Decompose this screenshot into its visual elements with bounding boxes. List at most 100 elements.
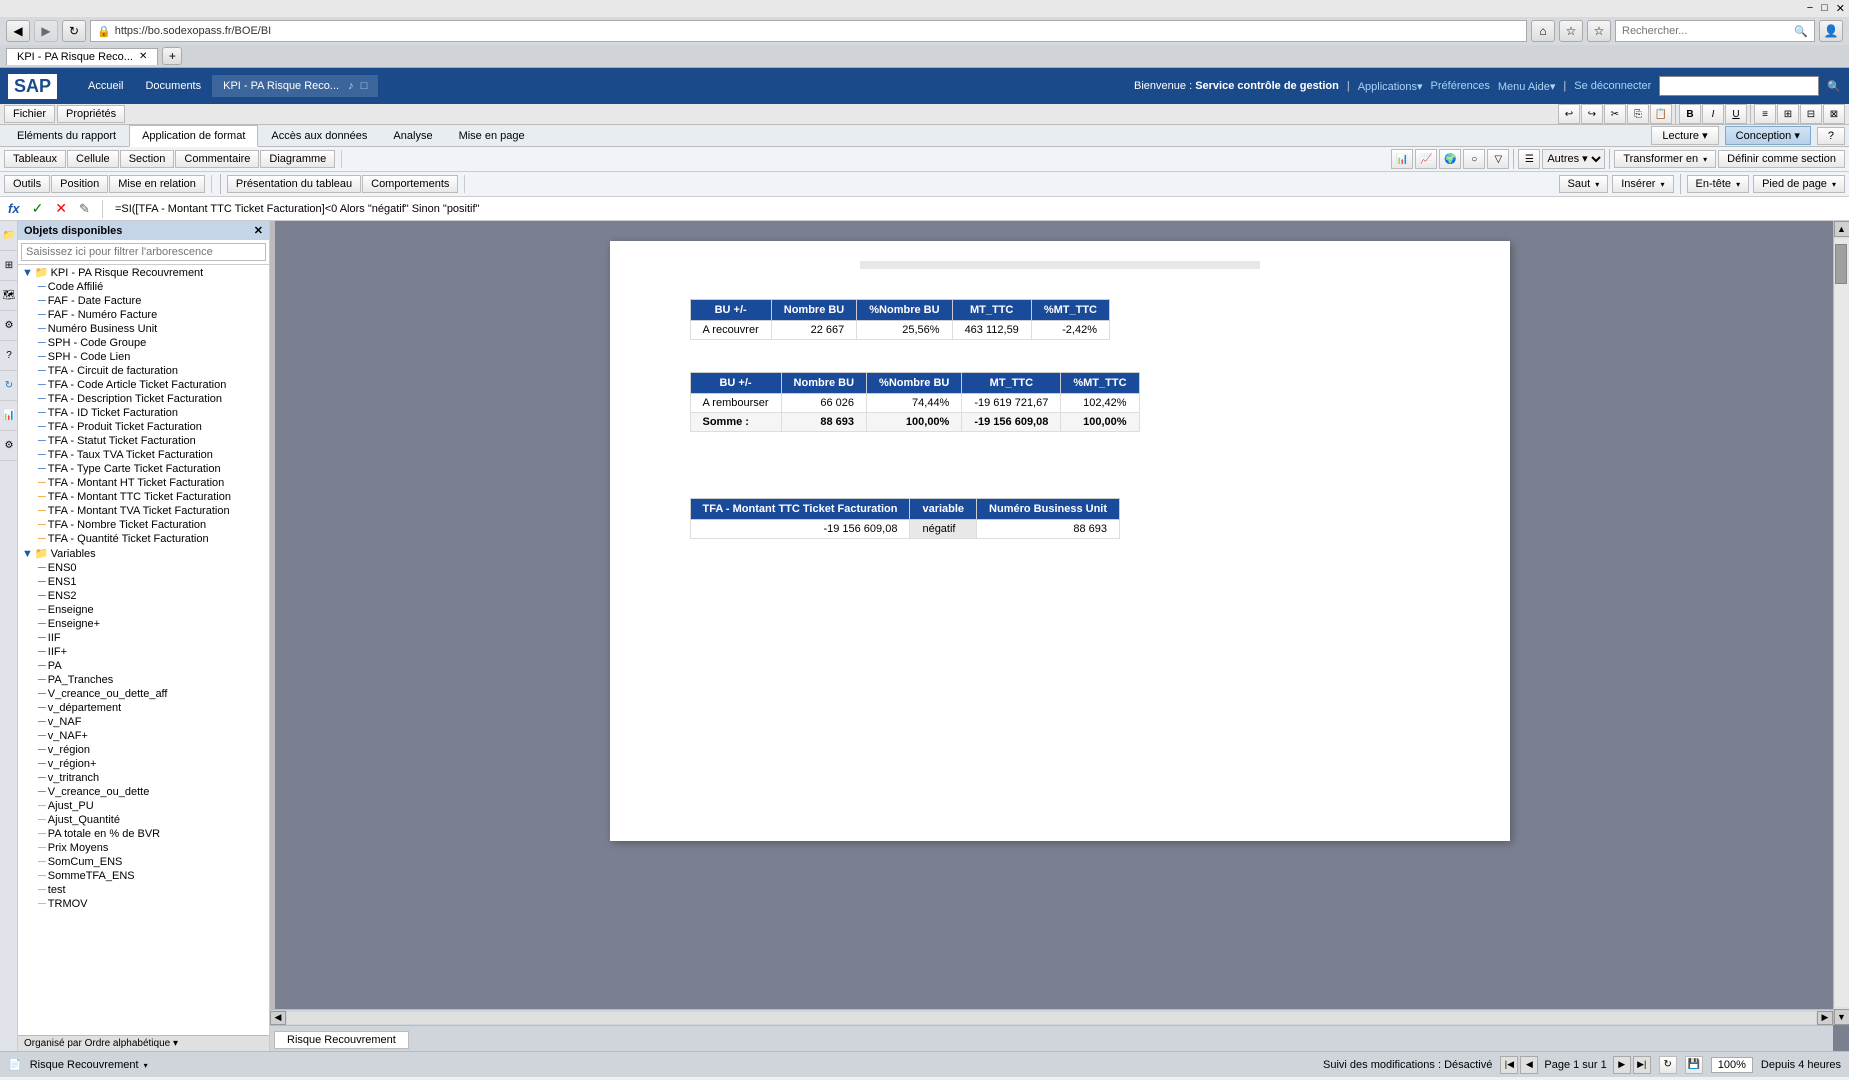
outils-btn[interactable]: Outils [4, 175, 50, 193]
tree-item-tfa-taux[interactable]: ─ TFA - Taux TVA Ticket Facturation [18, 448, 269, 462]
tree-var-sommetfa[interactable]: ─SommeTFA_ENS [18, 869, 269, 883]
scroll-thumb[interactable] [1835, 244, 1847, 284]
chart-icon1[interactable]: 📊 [1391, 149, 1413, 169]
inserer-btn[interactable]: Insérer ▾ [1612, 175, 1673, 193]
table-row-sum[interactable]: Somme : 88 693 100,00% -19 156 609,08 10… [690, 413, 1139, 432]
tree-var-dept[interactable]: ─v_département [18, 701, 269, 715]
tree-item-tfa-statut[interactable]: ─ TFA - Statut Ticket Facturation [18, 434, 269, 448]
menu-aide-link[interactable]: Menu Aide▾ [1498, 80, 1556, 93]
formula-cancel[interactable]: ✕ [51, 200, 71, 217]
others-select[interactable]: Autres ▾ [1542, 149, 1605, 169]
tab-mise-en-page[interactable]: Mise en page [446, 125, 538, 146]
table3[interactable]: TFA - Montant TTC Ticket Facturation var… [690, 498, 1121, 539]
tab-application-format[interactable]: Application de format [129, 125, 258, 147]
nav-kpi-tab[interactable]: KPI - PA Risque Reco... ♪ □ [212, 75, 378, 97]
formula-edit[interactable]: ✎ [75, 201, 94, 217]
chart-icon2[interactable]: 📈 [1415, 149, 1437, 169]
tree-var-ens2[interactable]: ─ENS2 [18, 589, 269, 603]
chart-icon5[interactable]: ▽ [1487, 149, 1509, 169]
format-btn4[interactable]: ⊠ [1823, 104, 1845, 124]
tree-var-somcum[interactable]: ─SomCum_ENS [18, 855, 269, 869]
tree-item-tfa-qte[interactable]: ─ TFA - Quantité Ticket Facturation [18, 532, 269, 546]
copy-btn[interactable]: ⎘ [1627, 104, 1649, 124]
tree-var-region[interactable]: ─v_région [18, 743, 269, 757]
tab-analyse[interactable]: Analyse [380, 125, 445, 146]
h-scroll-track[interactable] [287, 1012, 1816, 1024]
tree-item-faf-date[interactable]: ─ FAF - Date Facture [18, 294, 269, 308]
address-bar[interactable]: 🔒 https://bo.sodexopass.fr/BOE/BI [90, 20, 1527, 42]
chart-icon4[interactable]: ○ [1463, 149, 1485, 169]
tree-var-enseigne-plus[interactable]: ─Enseigne+ [18, 617, 269, 631]
refresh-status-btn[interactable]: ↻ [1659, 1056, 1677, 1074]
tree-root[interactable]: ▼ 📁 KPI - PA Risque Recouvrement [18, 265, 269, 280]
sap-search-input[interactable] [1659, 76, 1819, 96]
position-btn[interactable]: Position [51, 175, 108, 193]
definir-section-btn[interactable]: Définir comme section [1718, 150, 1845, 168]
tableaux-btn[interactable]: Tableaux [4, 150, 66, 168]
fx-icon[interactable]: fx [4, 201, 24, 216]
h-scrollbar[interactable]: ◀ ▶ [270, 1009, 1833, 1025]
formula-validate[interactable]: ✓ [28, 200, 48, 217]
tree-variables-folder[interactable]: ▼ 📁 Variables [18, 546, 269, 561]
fav-btn[interactable]: ☆ [1559, 20, 1583, 42]
scroll-right-btn[interactable]: ▶ [1817, 1011, 1833, 1025]
page-prev-btn[interactable]: ◀ [1520, 1056, 1538, 1074]
tree-item-tfa-nombre[interactable]: ─ TFA - Nombre Ticket Facturation [18, 518, 269, 532]
tree-item-tfa-ttc[interactable]: ─ TFA - Montant TTC Ticket Facturation [18, 490, 269, 504]
chart-icon3[interactable]: 🌍 [1439, 149, 1461, 169]
kpi-tab-music[interactable]: ♪ [348, 80, 354, 92]
proprietes-btn[interactable]: Propriétés [57, 105, 125, 123]
tab-acces-donnees[interactable]: Accès aux données [258, 125, 380, 146]
section-btn[interactable]: Section [120, 150, 175, 168]
panel-close-btn[interactable]: ✕ [254, 224, 263, 237]
sheet-tab-risque[interactable]: Risque Recouvrement [274, 1031, 409, 1049]
tree-item-sph-groupe[interactable]: ─ SPH - Code Groupe [18, 336, 269, 350]
comportements-btn[interactable]: Comportements [362, 175, 458, 193]
saut-btn[interactable]: Saut ▾ [1559, 175, 1609, 193]
preferences-link[interactable]: Préférences [1431, 80, 1490, 92]
pied-page-btn[interactable]: Pied de page ▾ [1753, 175, 1845, 193]
tree-item-num-bu[interactable]: ─ Numéro Business Unit [18, 322, 269, 336]
tree-var-pa-tranches[interactable]: ─PA_Tranches [18, 673, 269, 687]
chart-icon6[interactable]: ☰ [1518, 149, 1540, 169]
browser-tab-kpi[interactable]: KPI - PA Risque Reco... ✕ [6, 48, 158, 65]
search-filter-input[interactable] [21, 243, 266, 261]
transformer-btn[interactable]: Transformer en ▾ [1614, 150, 1716, 168]
format-btn2[interactable]: ⊞ [1777, 104, 1799, 124]
save-status-btn[interactable]: 💾 [1685, 1056, 1703, 1074]
nav-documents[interactable]: Documents [134, 75, 212, 97]
tree-item-tfa-id[interactable]: ─ TFA - ID Ticket Facturation [18, 406, 269, 420]
back-btn[interactable]: ◀ [6, 20, 30, 42]
commentaire-btn[interactable]: Commentaire [175, 150, 259, 168]
scroll-left-btn[interactable]: ◀ [270, 1011, 286, 1025]
kpi-tab-close[interactable]: □ [361, 80, 368, 92]
underline-btn[interactable]: U [1725, 104, 1747, 124]
reload-btn[interactable]: ↻ [62, 20, 86, 42]
nav-accueil[interactable]: Accueil [77, 75, 134, 97]
lecture-btn[interactable]: Lecture ▾ [1651, 126, 1718, 145]
table-row[interactable]: A recouvrer 22 667 25,56% 463 112,59 -2,… [690, 321, 1109, 340]
tree-item-tfa-desc[interactable]: ─ TFA - Description Ticket Facturation [18, 392, 269, 406]
format-btn1[interactable]: ≡ [1754, 104, 1776, 124]
tree-var-iif[interactable]: ─IIF [18, 631, 269, 645]
table-row[interactable]: A rembourser 66 026 74,44% -19 619 721,6… [690, 394, 1139, 413]
scroll-track[interactable] [1835, 239, 1849, 1007]
user-icon-btn[interactable]: 👤 [1819, 20, 1843, 42]
tree-var-ajust-pu[interactable]: ─Ajust_PU [18, 799, 269, 813]
tree-var-creance2[interactable]: ─V_creance_ou_dette [18, 785, 269, 799]
tree-var-iifplus[interactable]: ─IIF+ [18, 645, 269, 659]
side-icon-5[interactable]: ? [0, 341, 18, 371]
page-next-btn[interactable]: ▶ [1613, 1056, 1631, 1074]
tree-item-tfa-produit[interactable]: ─ TFA - Produit Ticket Facturation [18, 420, 269, 434]
fav2-btn[interactable]: ☆ [1587, 20, 1611, 42]
italic-btn[interactable]: I [1702, 104, 1724, 124]
format-btn3[interactable]: ⊟ [1800, 104, 1822, 124]
browser-search[interactable]: 🔍 [1615, 20, 1815, 42]
tree-item-tfa-tva[interactable]: ─ TFA - Montant TVA Ticket Facturation [18, 504, 269, 518]
presentation-tableau-btn[interactable]: Présentation du tableau [227, 175, 361, 193]
tree-var-pa-pct[interactable]: ─PA totale en % de BVR [18, 827, 269, 841]
help-btn[interactable]: ? [1817, 127, 1845, 145]
scroll-up-btn[interactable]: ▲ [1834, 221, 1849, 237]
mise-en-relation-btn[interactable]: Mise en relation [109, 175, 205, 193]
tab-elements-rapport[interactable]: Eléments du rapport [4, 125, 129, 146]
